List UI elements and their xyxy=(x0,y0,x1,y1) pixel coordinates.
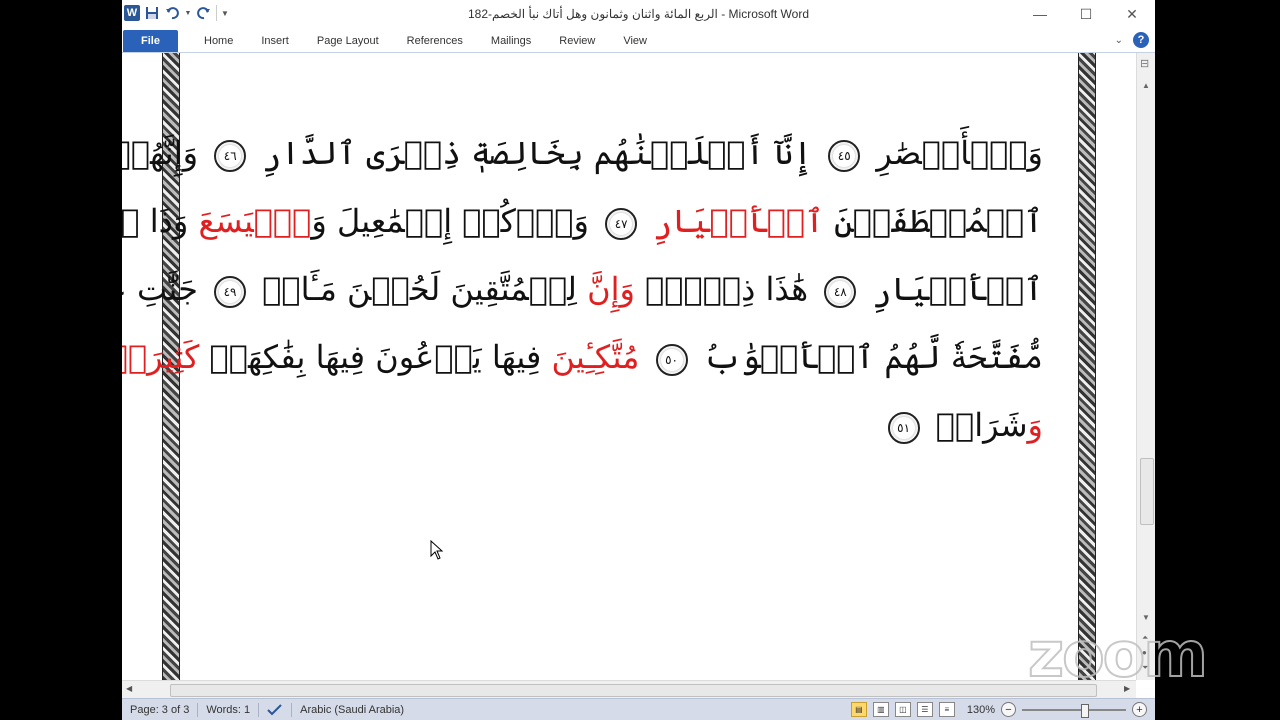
verse-text: فِيهَا يَدۡعُونَ فِيهَا بِفَٰكِهَةٖ xyxy=(199,338,552,376)
expand-ribbon-icon[interactable]: ⌄ xyxy=(1115,35,1123,46)
verse-text: مُّفَتَّحَةٗ لَّهُمُ ٱلۡأَبۡوَٰبُ xyxy=(693,338,1043,376)
word-window: W ▼ ▼ الربع المائة واثنان وثمانون وهل أت… xyxy=(122,0,1155,720)
zoom-slider-track xyxy=(1022,708,1126,711)
close-button[interactable]: ✕ xyxy=(1109,0,1155,28)
ribbon-tabs: File Home Insert Page Layout References … xyxy=(122,28,1155,53)
web-layout-icon[interactable]: ◫ xyxy=(894,702,911,717)
text-line[interactable]: مُّفَتَّحَةٗ لَّهُمُ ٱلۡأَبۡوَٰبُ ٥٠ مُت… xyxy=(122,323,1043,391)
ayah-number-marker: ٤٨ xyxy=(824,275,857,308)
verse-text: جَنَّٰتِ عَدۡنٖ xyxy=(122,270,198,308)
page-border-right xyxy=(1078,53,1096,680)
vertical-scroll-thumb[interactable] xyxy=(1140,458,1154,525)
text-line[interactable]: وَٱلۡأَبۡصَٰرِ ٤٥ إِنَّآ أَخۡلَصۡنَٰهُم … xyxy=(122,119,1043,187)
ayah-number-marker: ٥١ xyxy=(887,411,920,444)
zoom-in-button[interactable]: + xyxy=(1132,702,1147,717)
document-text[interactable]: وَٱلۡأَبۡصَٰرِ ٤٥ إِنَّآ أَخۡلَصۡنَٰهُم … xyxy=(122,119,1043,459)
ayah-number-marker: ٤٧ xyxy=(605,207,638,240)
tajweed-highlight-text: مُتَّكِـِٔينَ xyxy=(551,338,650,376)
zoom-watermark: zoom xyxy=(1027,617,1209,692)
verse-text: لِلۡمُتَّقِينَ لَحُسۡنَ مَـَٔابٖ xyxy=(252,270,588,308)
verse-text: وَٱلۡأَبۡصَٰرِ xyxy=(866,134,1043,172)
vertical-scrollbar[interactable]: ⊟ ▲ ▼ ⏶ ● ⏷ xyxy=(1136,53,1155,680)
ayah-number-marker: ٥٠ xyxy=(655,343,688,376)
horizontal-scrollbar[interactable]: ◀ ▶ xyxy=(122,680,1136,699)
tajweed-highlight-text: وَ xyxy=(1027,406,1043,444)
language-indicator[interactable]: Arabic (Saudi Arabia) xyxy=(292,703,412,717)
outline-view-icon[interactable]: ☰ xyxy=(916,702,933,717)
tajweed-highlight-text: وَإِنَّ xyxy=(587,270,635,308)
title-bar: W ▼ ▼ الربع المائة واثنان وثمانون وهل أت… xyxy=(122,0,1155,28)
tab-review[interactable]: Review xyxy=(545,30,609,52)
text-line[interactable]: ٱلۡأَخۡيَارِ ٤٨ هَٰذَا ذِكۡرٞۚ وَإِنَّ ل… xyxy=(122,255,1043,323)
ayah-number-marker: ٤٥ xyxy=(828,139,861,172)
tab-home[interactable]: Home xyxy=(190,30,247,52)
verse-text: وَٱذۡكُرۡ إِسۡمَٰعِيلَ وَ xyxy=(311,202,600,240)
verse-text: وَذَا ٱلۡكِفۡلِۖ وَكُلّٞ مِّنَ xyxy=(122,202,189,240)
horizontal-scroll-thumb[interactable] xyxy=(170,684,1097,697)
draft-view-icon[interactable]: ≡ xyxy=(938,702,955,717)
ayah-number-marker: ٤٩ xyxy=(214,275,247,308)
tab-file[interactable]: File xyxy=(123,30,178,52)
text-line[interactable]: ٱلۡمُصۡطَفَيۡنَ ٱلۡأَخۡيَارِ ٤٧ وَٱذۡكُر… xyxy=(122,187,1043,255)
verse-text: ٱلۡأَخۡيَارِ xyxy=(862,270,1043,308)
verse-text: شَرَابٖ xyxy=(925,406,1028,444)
tajweed-highlight-text: كَثِيرَةٖ xyxy=(122,338,200,376)
verse-text: وَإِنَّهُمۡ عِندَنَا لَمِنَ xyxy=(122,134,199,172)
tab-insert[interactable]: Insert xyxy=(247,30,303,52)
zoom-out-button[interactable]: − xyxy=(1001,702,1016,717)
maximize-button[interactable]: ☐ xyxy=(1063,0,1109,28)
ayah-number-marker: ٤٦ xyxy=(214,139,247,172)
document-area[interactable]: وَٱلۡأَبۡصَٰرِ ٤٥ إِنَّآ أَخۡلَصۡنَٰهُم … xyxy=(122,53,1136,680)
window-controls: — ☐ ✕ xyxy=(1017,0,1155,28)
view-ruler-icon[interactable]: ⊟ xyxy=(1140,57,1149,70)
full-screen-reading-icon[interactable]: ▥ xyxy=(872,702,889,717)
scroll-left-arrow-icon[interactable]: ◀ xyxy=(126,684,132,693)
tab-references[interactable]: References xyxy=(393,30,477,52)
minimize-button[interactable]: — xyxy=(1017,0,1063,28)
tab-mailings[interactable]: Mailings xyxy=(477,30,545,52)
verse-text xyxy=(643,202,653,240)
page-count[interactable]: Page: 3 of 3 xyxy=(122,703,199,717)
proofing-icon[interactable] xyxy=(259,703,293,717)
tajweed-highlight-text: ٱلۡأَخۡيَارِ xyxy=(653,202,824,240)
verse-text: هَٰذَا ذِكۡرٞۚ xyxy=(634,270,819,308)
tajweed-highlight-text: ٱلۡيَسَعَ xyxy=(198,202,312,240)
verse-text: إِنَّآ أَخۡلَصۡنَٰهُم بِخَالِصَةٖ ذِكۡرَ… xyxy=(252,134,823,172)
text-line[interactable]: وَشَرَابٖ ٥١ xyxy=(207,391,1043,459)
window-title: الربع المائة واثنان وثمانون وهل أتاك نبأ… xyxy=(467,7,809,21)
scroll-up-arrow-icon[interactable]: ▲ xyxy=(1142,81,1150,90)
zoom-slider-knob[interactable] xyxy=(1080,703,1089,718)
status-bar: Page: 3 of 3 Words: 1 Arabic (Saudi Arab… xyxy=(122,698,1155,720)
zoom-level[interactable]: 130% xyxy=(967,704,995,716)
verse-text: ٱلۡمُصۡطَفَيۡنَ xyxy=(823,202,1043,240)
help-icon[interactable]: ? xyxy=(1133,32,1149,48)
print-layout-view-icon[interactable]: ▤ xyxy=(850,702,867,717)
status-bar-right: ▤ ▥ ◫ ☰ ≡ 130% − + xyxy=(850,702,1147,718)
tab-view[interactable]: View xyxy=(609,30,661,52)
word-count[interactable]: Words: 1 xyxy=(198,703,260,717)
ribbon-right-controls: ⌄ ? xyxy=(1115,32,1149,48)
tab-page-layout[interactable]: Page Layout xyxy=(303,30,393,52)
zoom-slider[interactable] xyxy=(1022,703,1126,718)
